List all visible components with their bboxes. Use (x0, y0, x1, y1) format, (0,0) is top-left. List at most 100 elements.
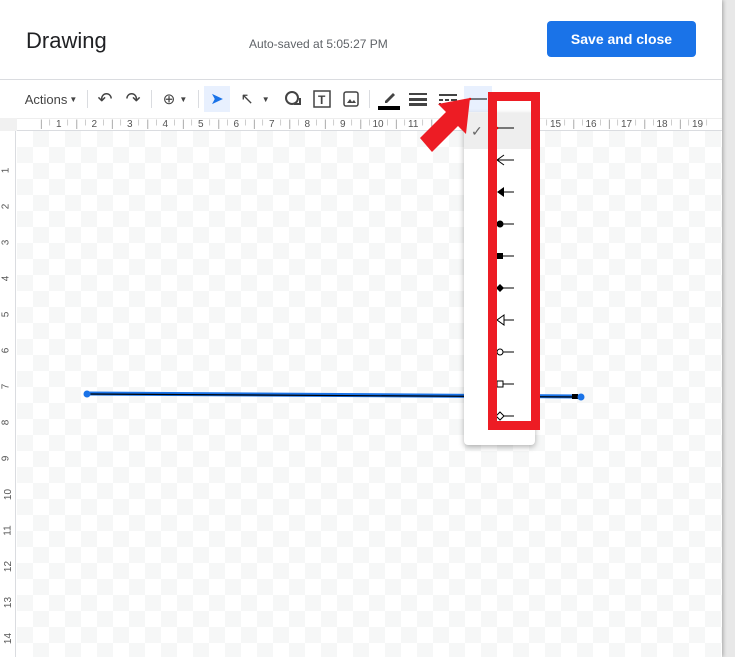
divider (369, 90, 370, 108)
ruler-label: 5 (0, 311, 12, 318)
drawing-canvas[interactable] (17, 131, 722, 657)
ruler-label: 3 (0, 239, 12, 246)
divider (151, 90, 152, 108)
ruler-tick: | (209, 120, 211, 126)
line-color-icon (378, 93, 400, 110)
ruler-tick: | (652, 120, 655, 126)
ruler-tick: | (395, 119, 398, 130)
ruler-tick: | (679, 119, 682, 130)
ruler-label: 7 (269, 119, 275, 130)
ruler-tick: | (217, 119, 221, 130)
ruler-tick: | (608, 119, 611, 130)
ruler-label: 2 (0, 203, 12, 210)
ruler-label: 7 (0, 383, 12, 390)
line-start-handle[interactable] (83, 390, 91, 398)
ruler-tick: | (324, 119, 327, 130)
vertical-ruler: 1 2 3 4 5 6 7 8 9 10 11 12 13 14 (0, 131, 16, 657)
ruler-label: 8 (0, 419, 12, 426)
ruler-tick: | (404, 120, 406, 126)
undo-icon: ↶ (97, 88, 113, 109)
divider (0, 79, 722, 80)
ruler-label: 18 (656, 119, 668, 130)
ruler-tick: | (635, 120, 637, 126)
ruler-label: 5 (198, 119, 204, 130)
line-color-button[interactable] (376, 86, 402, 112)
autosave-status: Auto-saved at 5:05:27 PM (249, 37, 388, 51)
caret-down-icon: ▼ (261, 94, 270, 104)
ruler-tick: | (315, 120, 318, 126)
highlight-box (488, 92, 540, 430)
line-button[interactable]: ↖ ▼ (236, 86, 274, 112)
ruler-tick: | (182, 119, 185, 130)
ruler-tick: | (368, 120, 371, 126)
select-icon: ➤ (210, 91, 224, 108)
zoom-button[interactable]: ⊕ ▼ (158, 86, 192, 112)
ruler-label: 17 (621, 119, 633, 130)
ruler-tick: | (67, 120, 69, 126)
divider (87, 90, 88, 108)
textbox-button[interactable]: T (310, 86, 334, 112)
ruler-tick: | (564, 120, 566, 126)
ruler-tick: | (75, 119, 79, 130)
ruler-tick: | (191, 120, 193, 126)
ruler-tick: | (226, 120, 229, 126)
select-button[interactable]: ➤ (204, 86, 230, 112)
ruler-tick: | (599, 120, 602, 126)
line-shape[interactable] (17, 131, 722, 657)
ruler-label: 11 (408, 119, 419, 130)
ruler-tick: | (333, 120, 335, 126)
ruler-label: 12 (3, 560, 15, 573)
image-button[interactable] (339, 86, 363, 112)
ruler-label: 2 (91, 119, 98, 130)
ruler-label: 4 (0, 275, 12, 282)
ruler-tick: | (288, 119, 292, 130)
ruler-label: 10 (372, 119, 384, 130)
ruler-tick: | (102, 120, 105, 126)
line-end-handle[interactable] (577, 393, 585, 401)
ruler-tick: | (572, 119, 576, 130)
ruler-tick: | (706, 120, 708, 126)
red-arrow-annotation (420, 98, 470, 152)
ruler-label: 15 (550, 119, 562, 130)
ruler-tick: | (688, 120, 690, 126)
dialog-title: Drawing (26, 28, 107, 53)
ruler-tick: | (146, 119, 150, 130)
zoom-icon: ⊕ (162, 91, 176, 108)
ruler-tick: | (173, 120, 176, 126)
svg-text:T: T (318, 93, 326, 107)
caret-down-icon: ▼ (179, 94, 188, 104)
ruler-label: 1 (0, 167, 12, 174)
caret-down-icon: ▼ (69, 94, 78, 104)
actions-label: Actions (24, 91, 68, 107)
ruler-label: 9 (0, 455, 12, 462)
ruler-label: 13 (3, 596, 15, 609)
ruler-tick: | (581, 120, 584, 126)
drawing-dialog: Drawing Auto-saved at 5:05:27 PM Save an… (0, 0, 722, 657)
ruler-tick: | (280, 120, 282, 126)
ruler-tick: | (546, 120, 548, 126)
ruler-label: 16 (585, 119, 597, 130)
undo-button[interactable]: ↶ (93, 86, 117, 112)
ruler-tick: | (670, 120, 673, 126)
ruler-tick: | (617, 120, 619, 126)
ruler-tick: | (262, 120, 264, 126)
ruler-tick: | (84, 120, 87, 126)
ruler-label: 14 (3, 632, 15, 645)
ruler-tick: | (138, 120, 140, 126)
ruler-label: 6 (233, 119, 240, 130)
actions-menu-button[interactable]: Actions ▼ (24, 86, 78, 112)
redo-icon: ↷ (125, 88, 141, 109)
ruler-label: 19 (692, 119, 704, 130)
ruler-tick: | (120, 120, 122, 126)
redo-button[interactable]: ↷ (121, 86, 145, 112)
ruler-tick: | (40, 119, 43, 130)
ruler-tick: | (155, 120, 158, 126)
shape-button[interactable] (281, 86, 305, 112)
ruler-tick: | (351, 120, 353, 126)
save-and-close-button[interactable]: Save and close (547, 21, 696, 57)
ruler-label: 6 (0, 347, 12, 354)
ruler-label: 3 (127, 119, 133, 130)
shape-icon (285, 91, 301, 105)
horizontal-ruler: 1 | | | 2 | | | 3 | | | 4 | | | 5 | | | 6 | | | 7 | | | 8 | | | 9 | | | 10 | |… (17, 118, 722, 131)
ruler-tick: | (244, 120, 247, 126)
